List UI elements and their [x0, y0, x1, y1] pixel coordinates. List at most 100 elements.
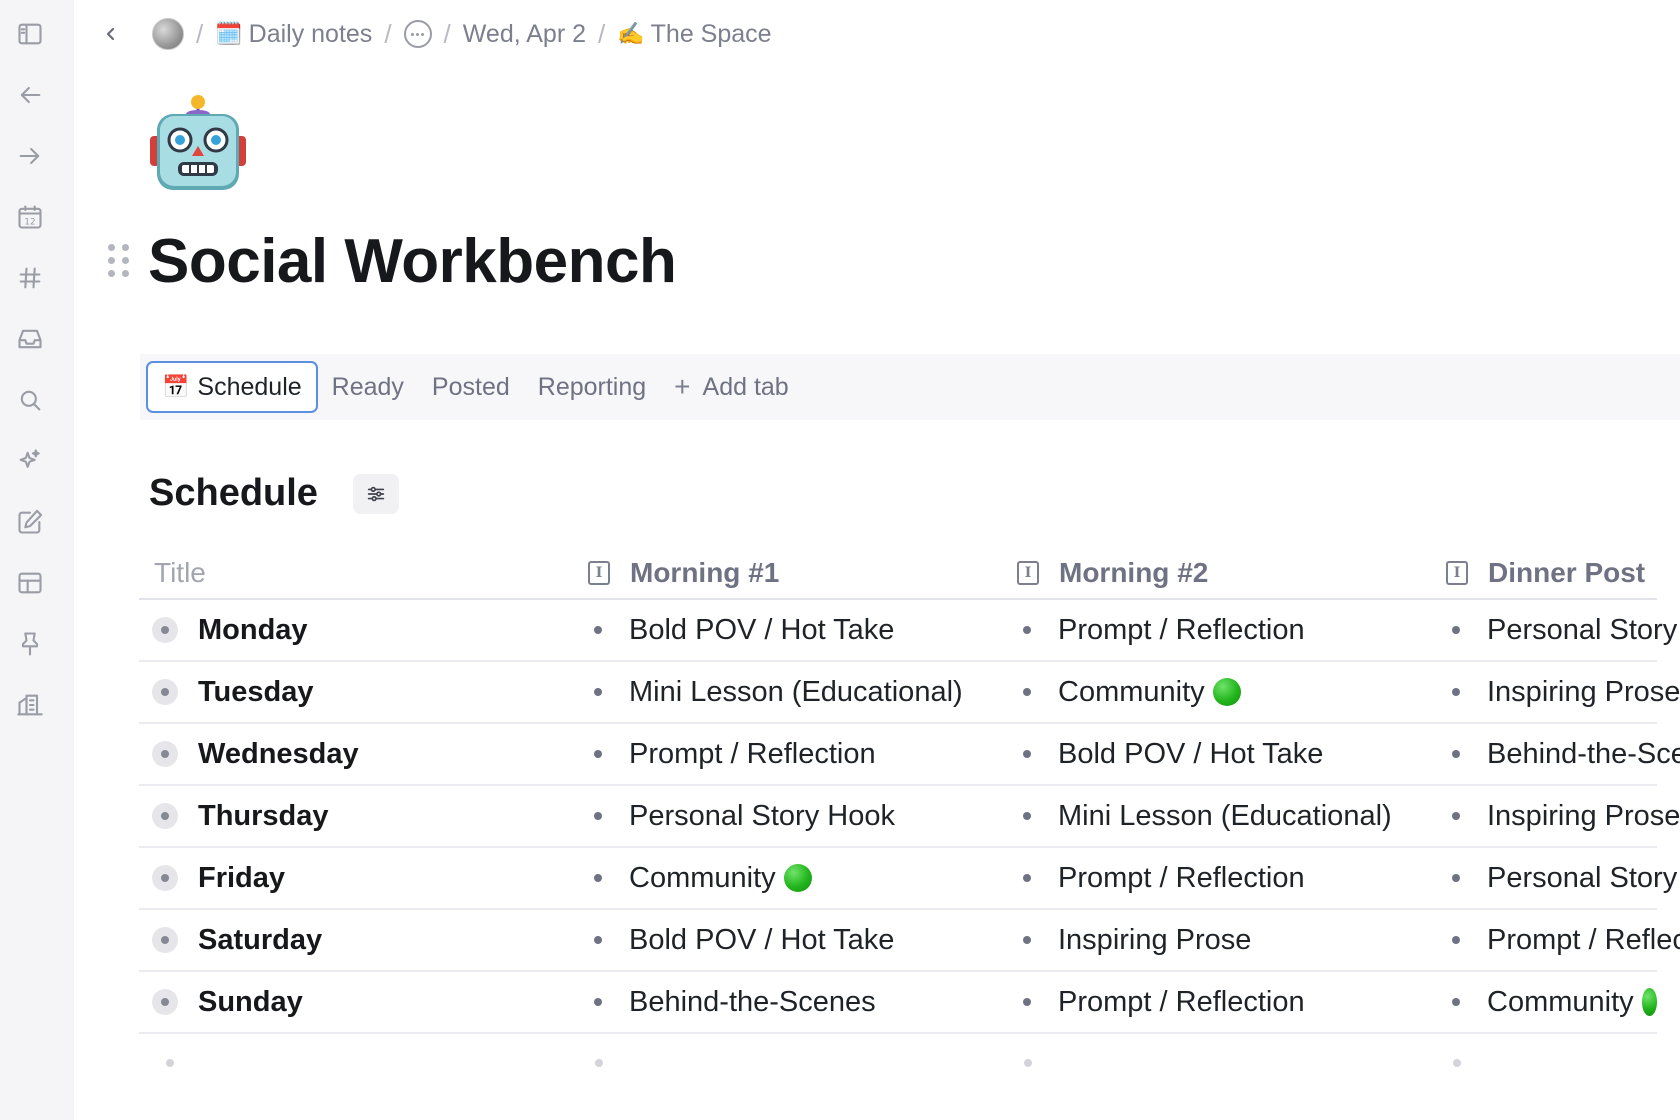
- morning-2-cell[interactable]: Prompt / Reflection: [997, 986, 1426, 1019]
- morning-1-cell[interactable]: Prompt / Reflection: [568, 738, 997, 771]
- drag-handle-icon[interactable]: [108, 244, 132, 278]
- search-icon[interactable]: [12, 382, 48, 418]
- day-cell[interactable]: Sunday: [139, 986, 568, 1019]
- day-label: Tuesday: [198, 675, 314, 708]
- day-cell[interactable]: Friday: [139, 862, 568, 895]
- sparkles-icon[interactable]: [12, 443, 48, 479]
- breadcrumb-space[interactable]: ✍️ The Space: [617, 20, 771, 49]
- bullet-icon: [1452, 688, 1460, 696]
- table-row-new[interactable]: [139, 1034, 1657, 1092]
- forward-arrow-icon[interactable]: [12, 138, 48, 174]
- dinner-cell[interactable]: Personal Story Hook: [1426, 614, 1680, 647]
- robot-icon[interactable]: [150, 92, 246, 192]
- view-settings-button[interactable]: [353, 474, 399, 514]
- breadcrumb-more[interactable]: [403, 20, 432, 48]
- column-header-morning-2[interactable]: I Morning #2: [997, 557, 1426, 589]
- bullet-icon: [594, 750, 602, 758]
- dinner-cell[interactable]: Inspiring Prose: [1426, 676, 1680, 709]
- row-status-icon[interactable]: [152, 989, 178, 1015]
- hashtag-icon[interactable]: [12, 260, 48, 296]
- bullet-icon: [1023, 936, 1031, 944]
- calendar-icon[interactable]: 12: [12, 199, 48, 235]
- morning-2-cell[interactable]: Bold POV / Hot Take: [997, 738, 1426, 771]
- day-cell[interactable]: Saturday: [139, 924, 568, 957]
- table-row[interactable]: Monday Bold POV / Hot Take Prompt / Reflec…: [139, 600, 1680, 662]
- back-arrow-icon[interactable]: [12, 77, 48, 113]
- column-header-morning-1[interactable]: I Morning #1: [568, 557, 997, 589]
- dinner-cell[interactable]: Prompt / Reflection: [1426, 924, 1680, 957]
- breadcrumb-date[interactable]: Wed, Apr 2: [463, 20, 586, 49]
- day-cell[interactable]: Tuesday: [139, 676, 568, 709]
- tab-reporting[interactable]: Reporting: [524, 361, 660, 413]
- table-row[interactable]: Wednesday Prompt / Reflection Bold POV / H…: [139, 724, 1680, 786]
- post-type-label: Bold POV / Hot Take: [629, 923, 895, 956]
- morning-1-cell[interactable]: Mini Lesson (Educational): [568, 676, 997, 709]
- morning-2-cell[interactable]: Inspiring Prose: [997, 924, 1426, 957]
- row-status-icon[interactable]: [152, 617, 178, 643]
- plus-icon: +: [674, 371, 691, 402]
- morning-2-cell[interactable]: Prompt / Reflection: [997, 614, 1426, 647]
- pin-icon[interactable]: [12, 626, 48, 662]
- tab-schedule[interactable]: 📅 Schedule: [146, 361, 318, 413]
- column-header-label: Morning #1: [630, 557, 780, 588]
- day-cell[interactable]: Thursday: [139, 800, 568, 833]
- morning-1-cell[interactable]: Bold POV / Hot Take: [568, 924, 997, 957]
- dinner-cell[interactable]: Inspiring Prose: [1426, 800, 1680, 833]
- column-header-title[interactable]: Title: [139, 557, 568, 589]
- bullet-icon: [1452, 936, 1460, 944]
- inbox-icon[interactable]: [12, 321, 48, 357]
- table-row[interactable]: Saturday Bold POV / Hot Take Inspiring Pro…: [139, 910, 1680, 972]
- table-row[interactable]: Friday Community Prompt / Reflection Person…: [139, 848, 1680, 910]
- dinner-cell[interactable]: Behind-the-Scenes: [1426, 738, 1680, 771]
- building-icon[interactable]: [12, 687, 48, 723]
- table-row[interactable]: Tuesday Mini Lesson (Educational) Communit…: [139, 662, 1680, 724]
- column-header-dinner[interactable]: I Dinner Post: [1426, 557, 1657, 589]
- row-status-icon[interactable]: [152, 803, 178, 829]
- dinner-cell[interactable]: Personal Story Hook: [1426, 862, 1680, 895]
- morning-1-cell[interactable]: Bold POV / Hot Take: [568, 614, 997, 647]
- day-label: Sunday: [198, 985, 303, 1018]
- bullet-icon: [594, 936, 602, 944]
- morning-2-cell[interactable]: Mini Lesson (Educational): [997, 800, 1426, 833]
- dinner-cell[interactable]: Community: [1426, 986, 1657, 1019]
- table-row[interactable]: Sunday Behind-the-Scenes Prompt / Reflecti…: [139, 972, 1657, 1034]
- tab-schedule-label: Schedule: [197, 372, 302, 401]
- add-tab-label: Add tab: [702, 372, 789, 401]
- table-row[interactable]: Thursday Personal Story Hook Mini Lesson (…: [139, 786, 1680, 848]
- tab-posted[interactable]: Posted: [418, 361, 524, 413]
- sidebar-toggle-icon[interactable]: [12, 16, 48, 52]
- writing-hand-icon: ✍️: [617, 21, 645, 46]
- morning-1-cell[interactable]: Behind-the-Scenes: [568, 986, 997, 1019]
- layout-icon[interactable]: [12, 565, 48, 601]
- green-circle-icon: [783, 864, 812, 892]
- row-status-icon[interactable]: [152, 927, 178, 953]
- breadcrumb-avatar[interactable]: [152, 18, 184, 50]
- post-type-label: Community: [629, 861, 776, 894]
- new-row-placeholder: [568, 1059, 997, 1067]
- breadcrumb: / 🗓️ Daily notes / / Wed, Apr 2 / ✍️ The…: [100, 14, 772, 54]
- bullet-icon: [1452, 998, 1460, 1006]
- bullet-icon: [594, 998, 602, 1006]
- bullet-icon: [594, 626, 602, 634]
- row-status-icon[interactable]: [152, 679, 178, 705]
- morning-2-cell[interactable]: Community: [997, 676, 1426, 709]
- text-type-icon: I: [1446, 561, 1468, 585]
- edit-icon[interactable]: [12, 504, 48, 540]
- add-tab-button[interactable]: + Add tab: [660, 361, 803, 413]
- post-type-label: Prompt / Reflection: [1487, 923, 1680, 956]
- breadcrumb-daily-notes[interactable]: 🗓️ Daily notes: [215, 20, 372, 49]
- post-type-label: Personal Story Hook: [1487, 613, 1680, 646]
- day-cell[interactable]: Monday: [139, 614, 568, 647]
- post-type-label: Personal Story Hook: [1487, 861, 1680, 894]
- post-type-label: Bold POV / Hot Take: [629, 613, 895, 646]
- row-status-icon[interactable]: [152, 741, 178, 767]
- row-status-icon[interactable]: [152, 865, 178, 891]
- post-type-label: Mini Lesson (Educational): [629, 675, 963, 708]
- chevron-left-icon[interactable]: [100, 23, 122, 45]
- page-title[interactable]: Social Workbench: [148, 226, 677, 297]
- day-cell[interactable]: Wednesday: [139, 738, 568, 771]
- morning-1-cell[interactable]: Personal Story Hook: [568, 800, 997, 833]
- morning-2-cell[interactable]: Prompt / Reflection: [997, 862, 1426, 895]
- morning-1-cell[interactable]: Community: [568, 862, 997, 895]
- tab-ready[interactable]: Ready: [318, 361, 418, 413]
